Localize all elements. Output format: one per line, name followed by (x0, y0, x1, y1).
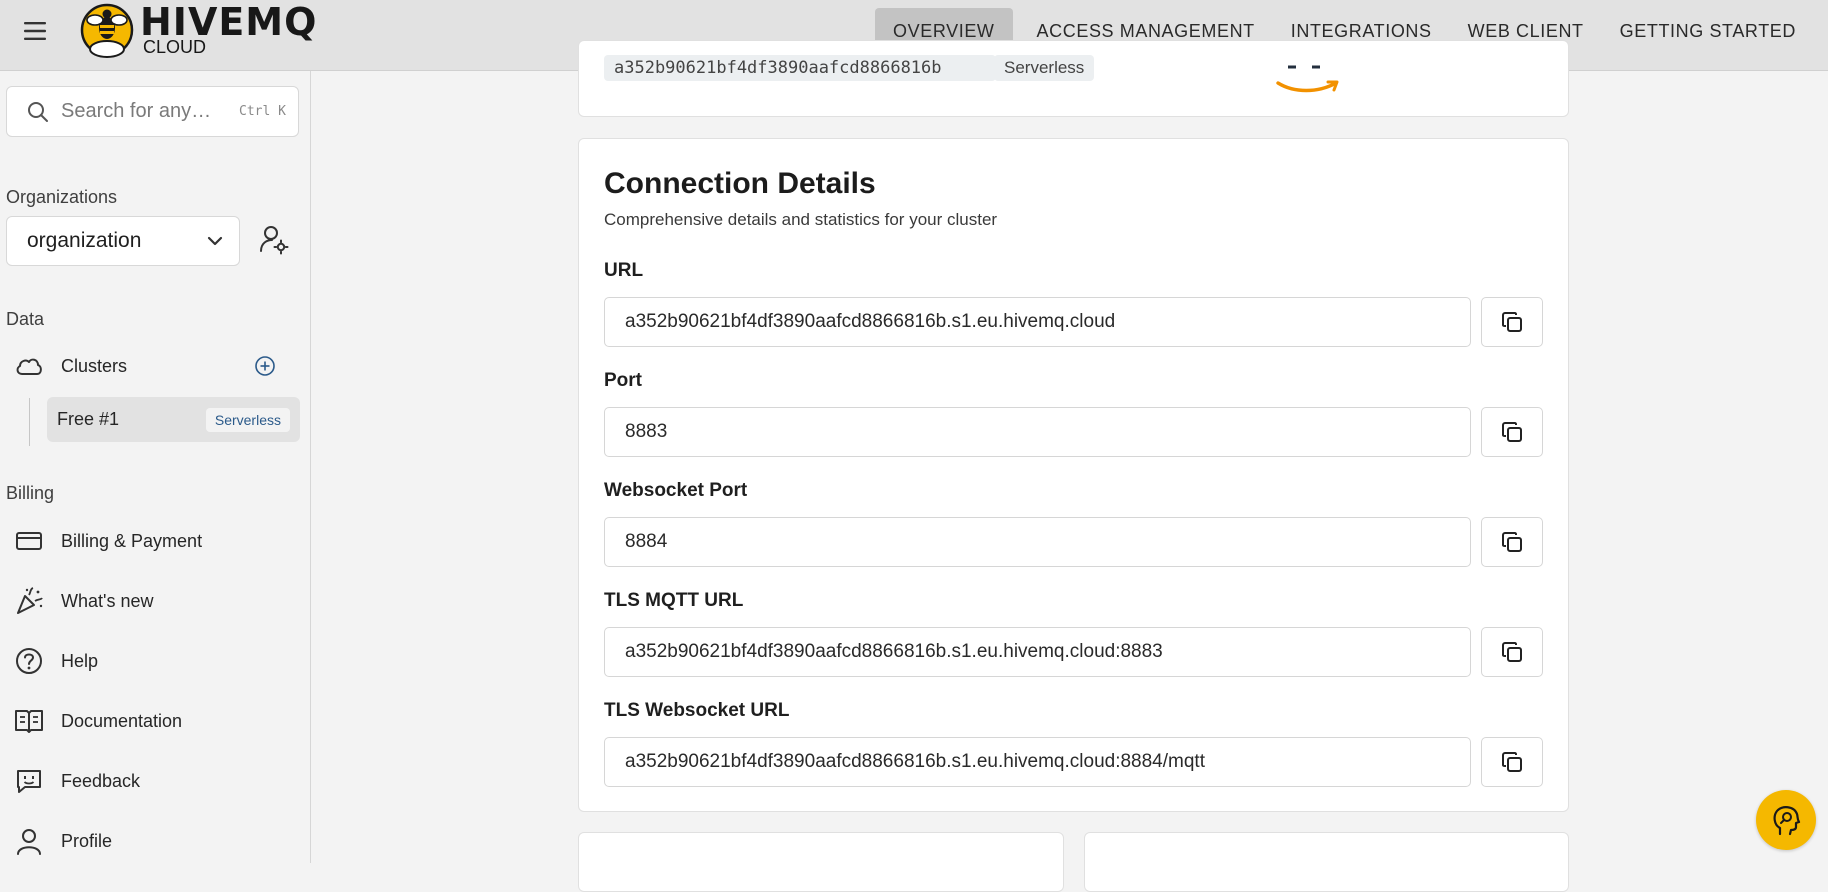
sidebar-item-label: Clusters (61, 355, 128, 376)
websocket-port-label: Websocket Port (604, 480, 748, 501)
user-settings-icon[interactable] (258, 223, 290, 255)
credit-card-icon (16, 532, 42, 550)
sidebar-item-label: Documentation (61, 710, 183, 731)
serverless-badge: Serverless (205, 407, 290, 432)
port-field[interactable]: 8883 (604, 407, 1471, 457)
billing-section-label: Billing (6, 483, 55, 503)
copy-icon (1502, 752, 1522, 772)
party-popper-icon (17, 587, 43, 614)
cluster-summary-card: a352b90621bf4df3890aafcd8866816b Serverl… (578, 40, 1569, 117)
search-shortcut: Ctrl K (239, 104, 286, 119)
tls-websocket-url-field[interactable]: a352b90621bf4df3890aafcd8866816b.s1.eu.h… (604, 737, 1471, 787)
connection-details-title: Connection Details (604, 167, 876, 200)
organization-select[interactable]: organization (6, 216, 240, 266)
sidebar-item-billing-payment[interactable]: Billing & Payment (14, 521, 202, 561)
sidebar-item-documentation[interactable]: Documentation (14, 701, 182, 741)
assistant-head-icon (1773, 806, 1801, 836)
websocket-port-field[interactable]: 8884 (604, 517, 1471, 567)
url-label: URL (604, 260, 644, 281)
copy-tls-mqtt-url-button[interactable] (1481, 627, 1543, 677)
sidebar-item-label: Billing & Payment (61, 530, 203, 551)
tls-mqtt-url-label: TLS MQTT URL (604, 590, 744, 611)
hivemq-logo[interactable]: HIVEMQ CLOUD (80, 0, 317, 60)
sidebar-item-label: Profile (61, 830, 113, 851)
copy-url-button[interactable] (1481, 297, 1543, 347)
user-icon (17, 829, 41, 855)
sidebar: Search for any… Ctrl K Organizations org… (0, 71, 311, 863)
copy-icon (1502, 642, 1522, 662)
organization-value: organization (27, 229, 142, 252)
add-cluster-icon[interactable] (254, 355, 276, 377)
sidebar-item-label: Feedback (61, 770, 141, 791)
aws-logo-icon (1276, 65, 1339, 93)
sidebar-item-help[interactable]: Help (14, 641, 98, 681)
port-label: Port (604, 370, 642, 391)
search-placeholder: Search for any… (61, 100, 212, 122)
copy-icon (1502, 422, 1522, 442)
tree-line (29, 398, 30, 446)
copy-tls-websocket-url-button[interactable] (1481, 737, 1543, 787)
search-input[interactable]: Search for any… Ctrl K (6, 86, 299, 137)
help-circle-icon (16, 648, 42, 674)
sidebar-item-label: What's new (61, 590, 154, 611)
tls-websocket-url-label: TLS Websocket URL (604, 700, 790, 721)
bee-logo-icon (80, 3, 134, 58)
search-icon (28, 101, 48, 122)
tls-mqtt-url-field[interactable]: a352b90621bf4df3890aafcd8866816b.s1.eu.h… (604, 627, 1471, 677)
cloud-icon (16, 358, 42, 375)
cluster-name: Free #1 (57, 409, 120, 429)
data-section-label: Data (6, 309, 45, 329)
url-field[interactable]: a352b90621bf4df3890aafcd8866816b.s1.eu.h… (604, 297, 1471, 347)
logo-wordmark: HIVEMQ (140, 0, 318, 44)
feedback-icon (17, 770, 41, 793)
details-card-right (1084, 832, 1569, 892)
cluster-type-chip: Serverless (994, 55, 1095, 81)
help-assistant-button[interactable] (1756, 790, 1816, 850)
sidebar-item-clusters[interactable]: Clusters (14, 346, 127, 386)
copy-websocket-port-button[interactable] (1481, 517, 1543, 567)
sidebar-item-profile[interactable]: Profile (14, 821, 112, 861)
organizations-label: Organizations (6, 187, 118, 207)
details-card-left (578, 832, 1064, 892)
connection-details-subtitle: Comprehensive details and statistics for… (604, 210, 998, 229)
book-icon (15, 710, 43, 733)
sidebar-item-whats-new[interactable]: What's new (14, 581, 153, 621)
menu-icon[interactable] (22, 20, 50, 42)
copy-port-button[interactable] (1481, 407, 1543, 457)
nav-getting-started[interactable]: GETTING STARTED (1602, 8, 1814, 54)
copy-icon (1502, 532, 1522, 552)
cluster-id-chip: a352b90621bf4df3890aafcd8866816b (604, 55, 996, 81)
sidebar-item-cluster-free-1[interactable]: Free #1 Serverless (47, 397, 300, 442)
chevron-down-icon (207, 236, 223, 246)
sidebar-item-feedback[interactable]: Feedback (14, 761, 140, 801)
connection-details-card: Connection Details Comprehensive details… (578, 138, 1569, 812)
copy-icon (1502, 312, 1522, 332)
sidebar-item-label: Help (61, 650, 99, 671)
